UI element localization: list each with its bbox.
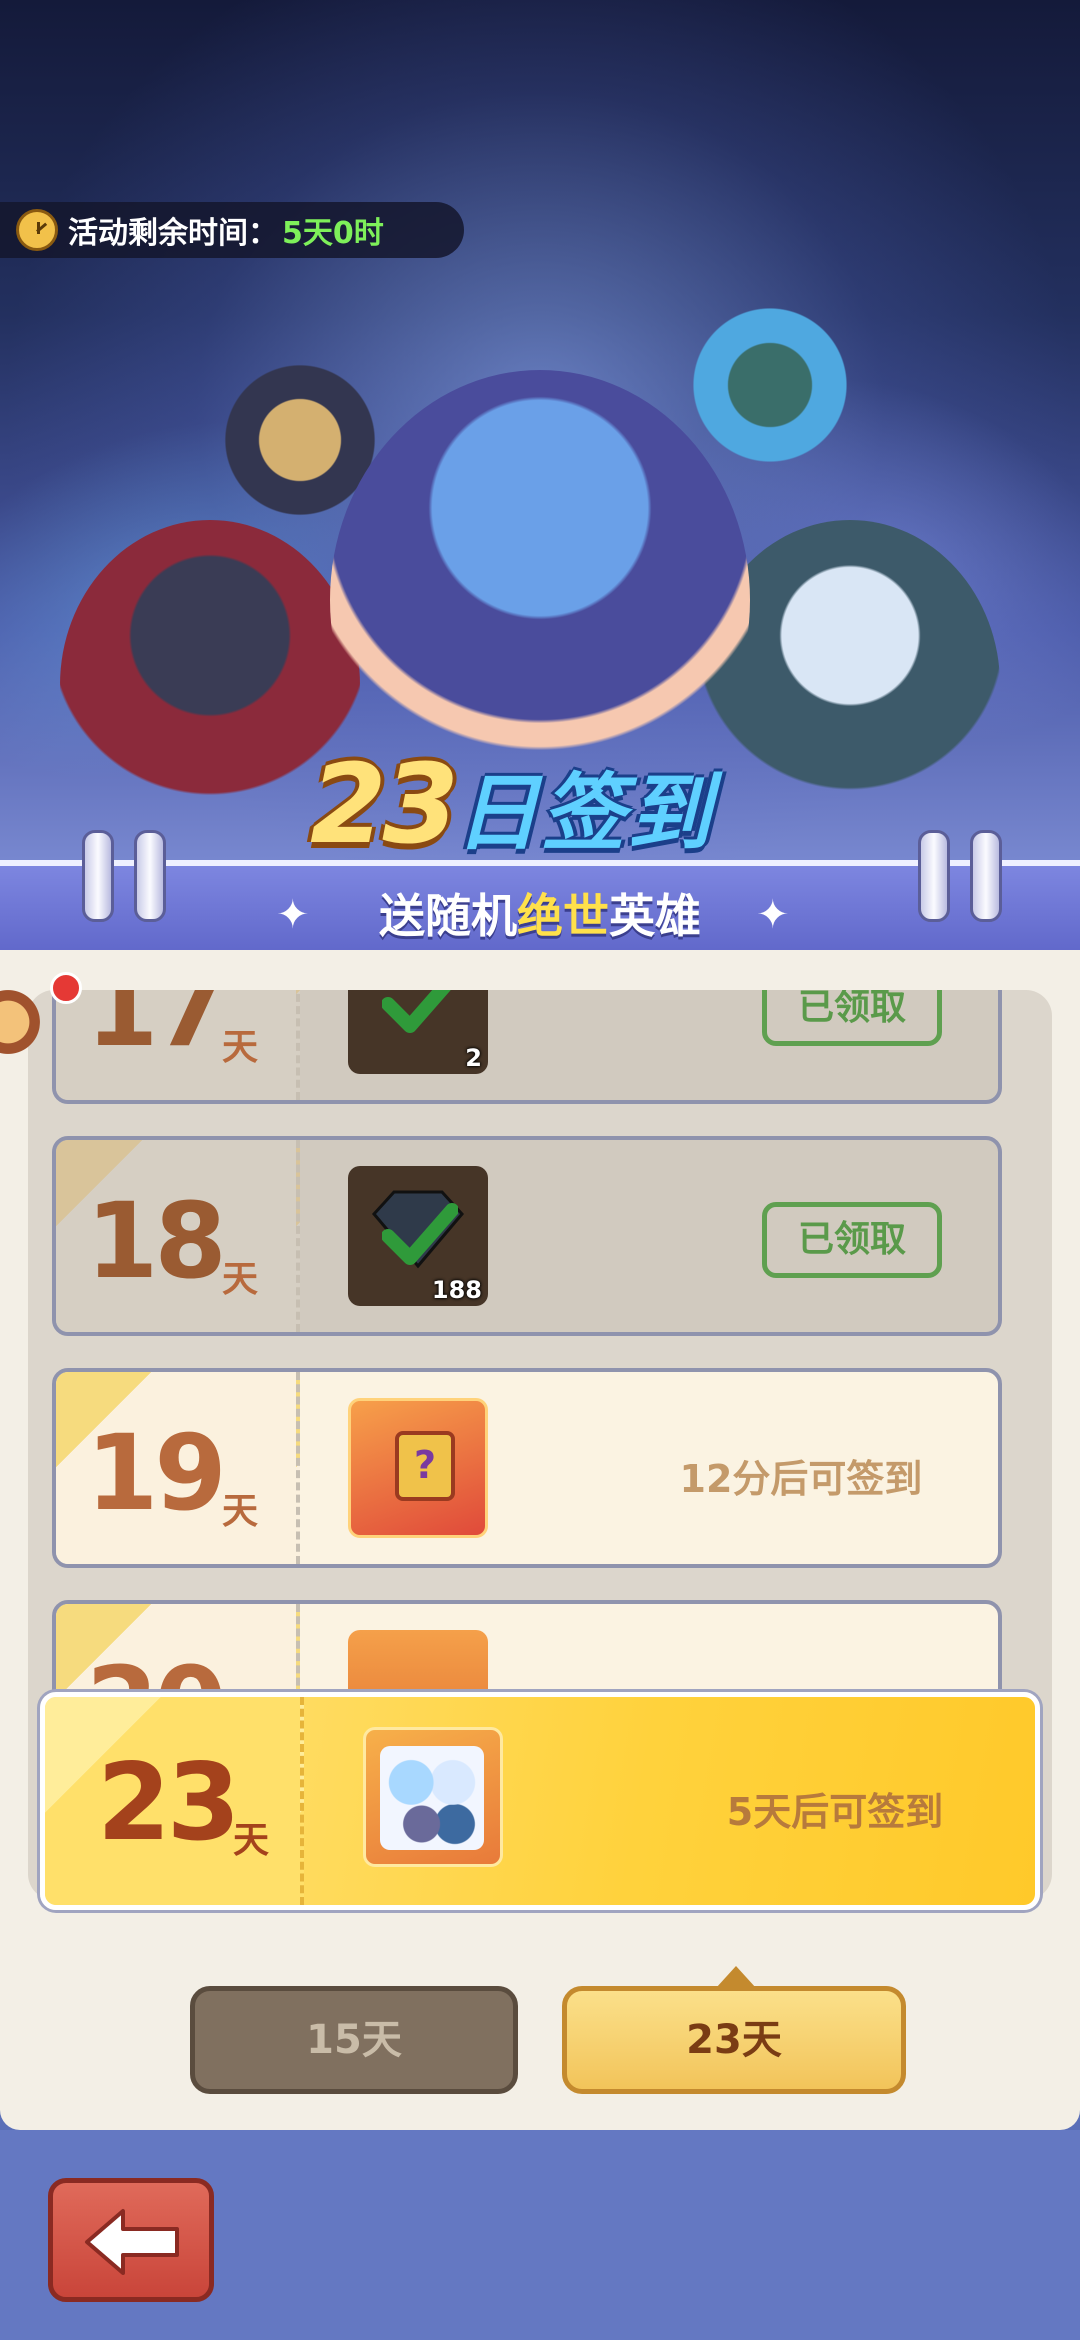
day-unit: 天 [222,1027,259,1068]
day-unit: 天 [233,1820,270,1861]
claimed-button[interactable]: 已领取 [762,1202,942,1278]
day-label-area: 23 天 [45,1697,304,1905]
day-number: 18 [86,1180,227,1302]
signin-countdown: 12分后可签到 [679,1457,923,1501]
day-card-19[interactable]: 19 天 12分后可签到 [52,1368,1002,1568]
claimed-button[interactable]: 已领取 [762,990,942,1046]
event-timer: 活动剩余时间： 5天0时 [0,202,464,258]
back-button[interactable] [48,2178,214,2302]
day-unit: 天 [222,1491,259,1532]
selected-tab-indicator [716,1966,756,1988]
notification-dot [50,972,82,1004]
subtitle-ribbon: ✦ ✦ 送随机绝世英雄 [0,830,1080,958]
signin-countdown: 5天后可签到 [726,1790,944,1834]
day-label-area: 17 天 [56,990,300,1100]
day-label-area: 18 天 [56,1140,300,1332]
hero-pack-reward[interactable] [363,1727,503,1867]
day-number: 17 [86,990,227,1070]
tab-15-days[interactable]: 15天 [190,1986,518,2094]
day-number: 23 [97,1741,241,1864]
back-arrow-icon [85,2209,179,2275]
subtitle-highlight: 绝世 [517,889,609,943]
signin-panel: 17 天 2 已领取 18 天 188 已领取 19 天 ? 12分后可签到 [0,950,1080,2130]
clock-icon [16,209,58,251]
check-icon [382,990,451,1033]
subtitle-prefix: 送随机 [379,889,517,943]
timer-value: 5天0时 [282,216,384,251]
reward-item[interactable]: 2 [348,990,488,1074]
day-card-17[interactable]: 17 天 2 已领取 [52,990,1002,1104]
event-subtitle: 送随机绝世英雄 [0,880,1080,946]
day-unit: 天 [222,1259,259,1300]
final-day-card[interactable]: 23 天 5天后可签到 [40,1692,1040,1910]
day-label-area: 19 天 [56,1372,300,1564]
event-title: 23日签到 [310,740,713,868]
tab-23-days[interactable]: 23天 [562,1986,906,2094]
title-number: 23 [310,740,459,868]
reward-count: 2 [465,1044,482,1072]
reward-count: 188 [431,1276,482,1304]
hero-pack-icon [380,1746,484,1850]
title-text: 日签到 [455,764,714,862]
check-icon [382,1203,458,1265]
reward-item-gem[interactable]: 188 [348,1166,488,1306]
day-number: 19 [86,1412,227,1534]
timer-label: 活动剩余时间： [68,216,278,251]
subtitle-suffix: 英雄 [609,889,701,943]
day-card-18[interactable]: 18 天 188 已领取 [52,1136,1002,1336]
chest-icon[interactable] [348,1398,488,1538]
event-banner: 活动剩余时间： 5天0时 23日签到 [0,0,1080,900]
